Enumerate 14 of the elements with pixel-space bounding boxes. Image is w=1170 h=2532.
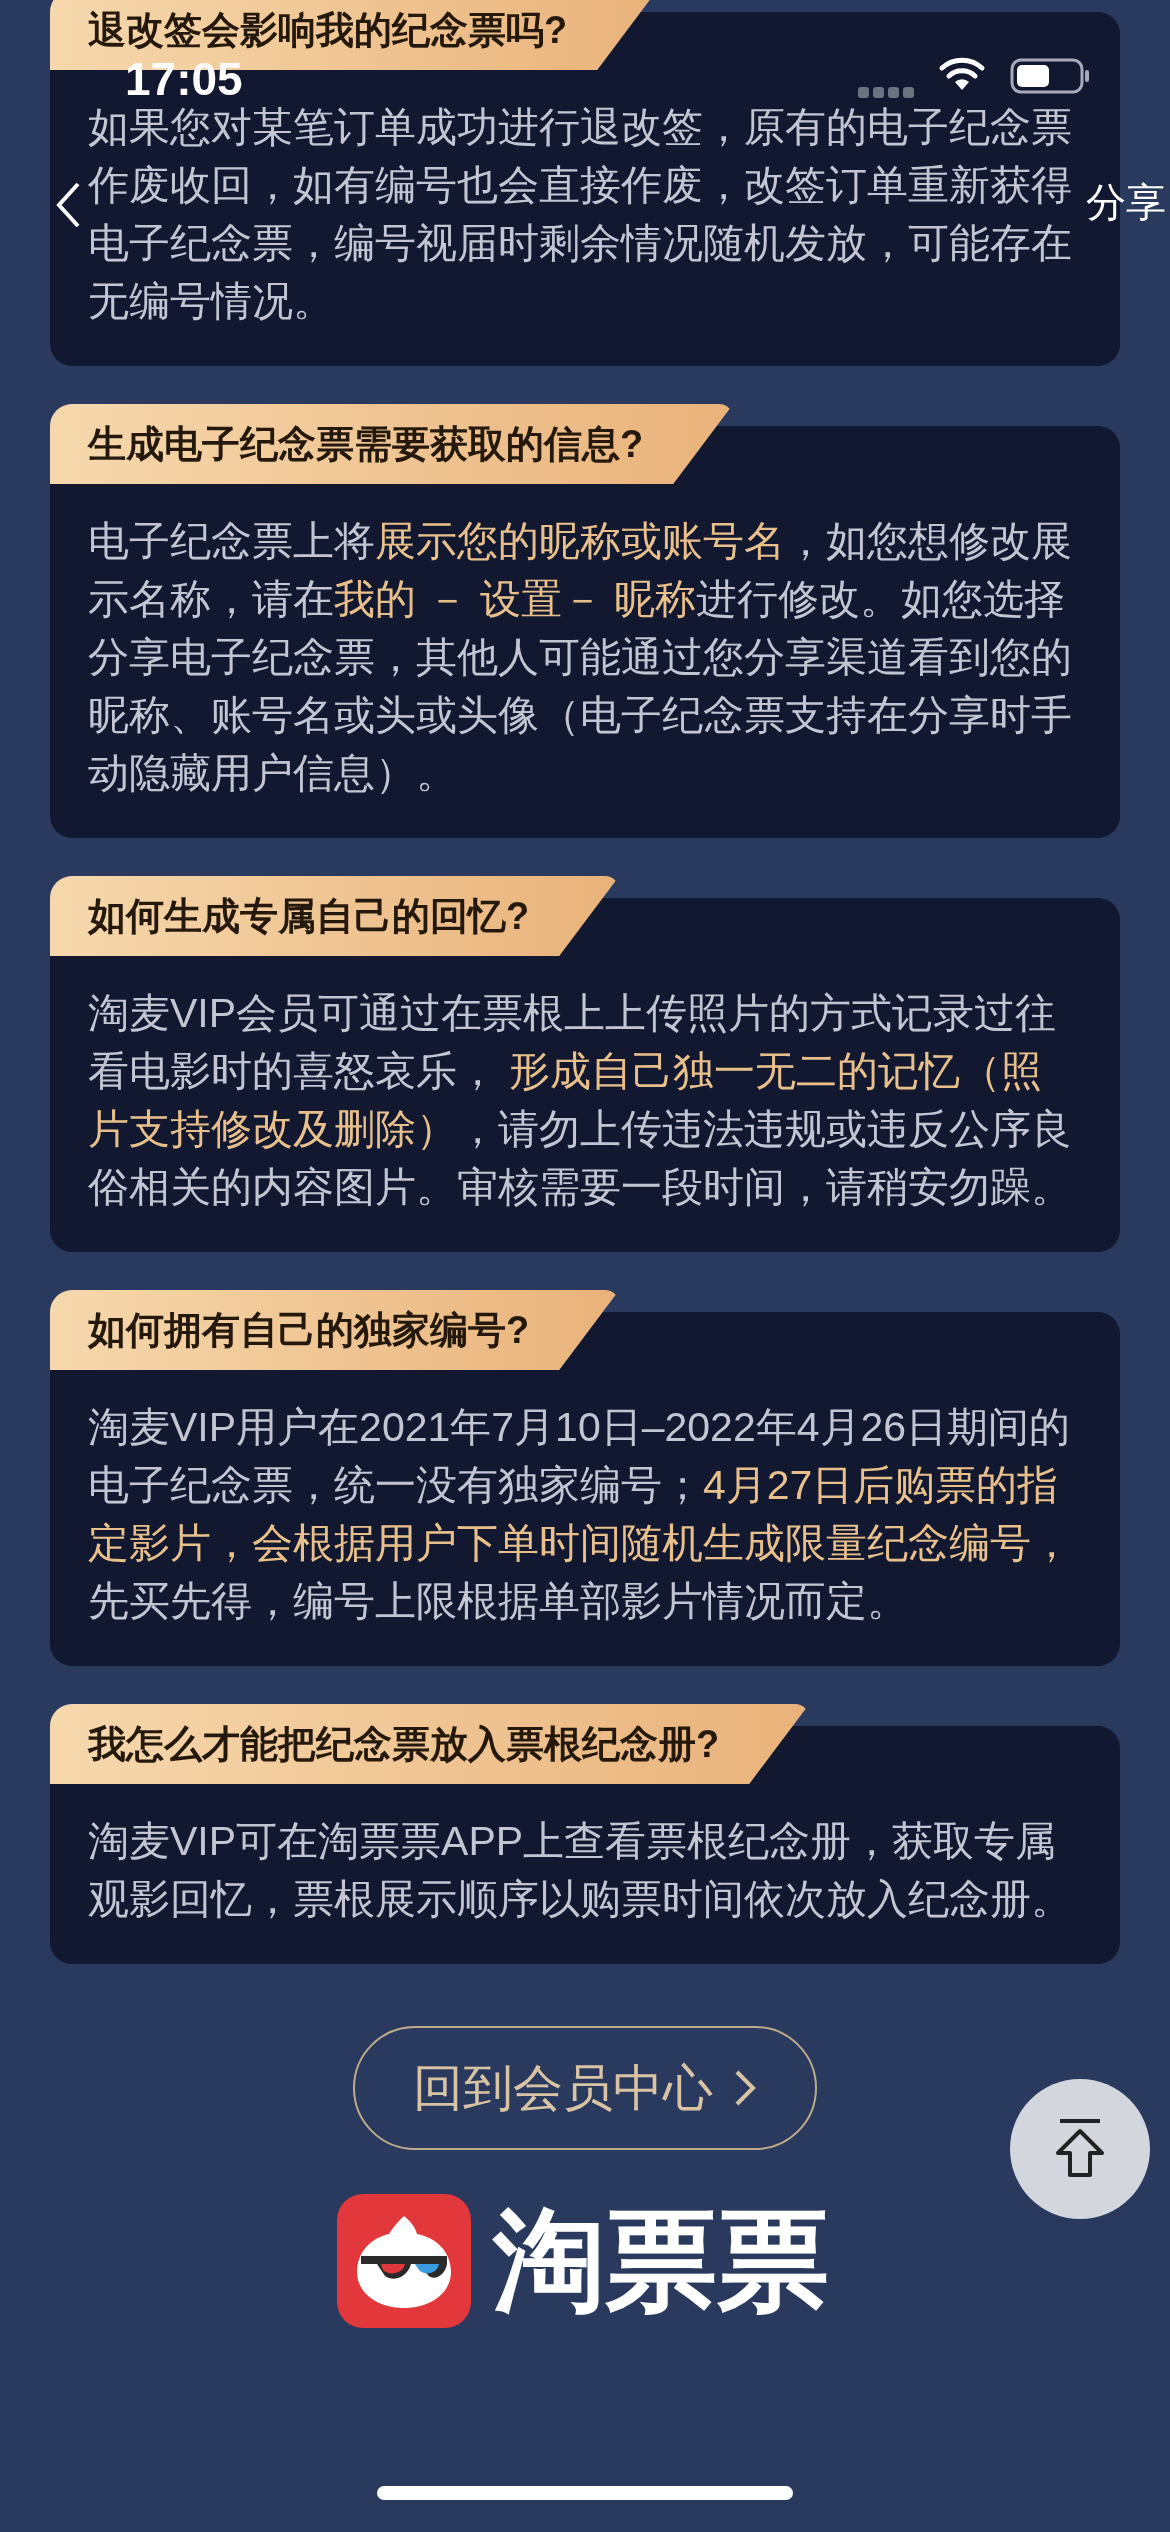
chevron-right-icon xyxy=(733,2068,757,2108)
answer-text: 淘麦VIP会员可通过在票根上上传照片的方式记录过往看电影时的喜怒哀乐， 形成自己独一无二的记忆（照片支持修改及删除），请勿上传违法违规或违反公序良俗相关的内容图片。审核需要一段时间，请稍安勿躁。 xyxy=(88,989,1073,1212)
logo-icon xyxy=(337,2194,471,2328)
signal-icon xyxy=(858,86,914,100)
answer-text: 淘麦VIP可在淘票票APP上查看票根纪念册，获取专属观影回忆，票根展示顺序以购票时间依次放入纪念册。 xyxy=(88,1817,1073,1924)
share-link[interactable]: 分享 xyxy=(1086,182,1166,222)
wifi-icon xyxy=(938,56,986,92)
battery-icon xyxy=(1010,58,1090,94)
back-to-member-center-button[interactable]: 回到会员中心 xyxy=(353,2026,817,2150)
back-chevron-icon[interactable] xyxy=(54,180,82,230)
answer-text: 淘麦VIP用户在2021年7月10日–2022年4月26日期间的电子纪念票，统一没有独家编号；4月27日后购票的指定影片，会根据用户下单时间随机生成限量纪念编号， 先买先得，编号上限根据单部影片情况而定。 xyxy=(88,1403,1073,1626)
logo-text: 淘票票 xyxy=(493,2205,829,2317)
answer-text: 电子纪念票上将展示您的昵称或账号名，如您想修改展示名称，请在我的 － 设置－ 昵称进行修改。如您选择分享电子纪念票，其他人可能通过您分享渠道看到您的昵称、账号名或头或头像（电子纪念票支持在分享时手动隐藏用户信息）。 xyxy=(88,517,1073,798)
answer-text: 如果您对某笔订单成功进行退改签，原有的电子纪念票作废收回，如有编号也会直接作废，改签订单重新获得电子纪念票，编号视届时剩余情况随机发放，可能存在无编号情况。 xyxy=(88,103,1073,326)
